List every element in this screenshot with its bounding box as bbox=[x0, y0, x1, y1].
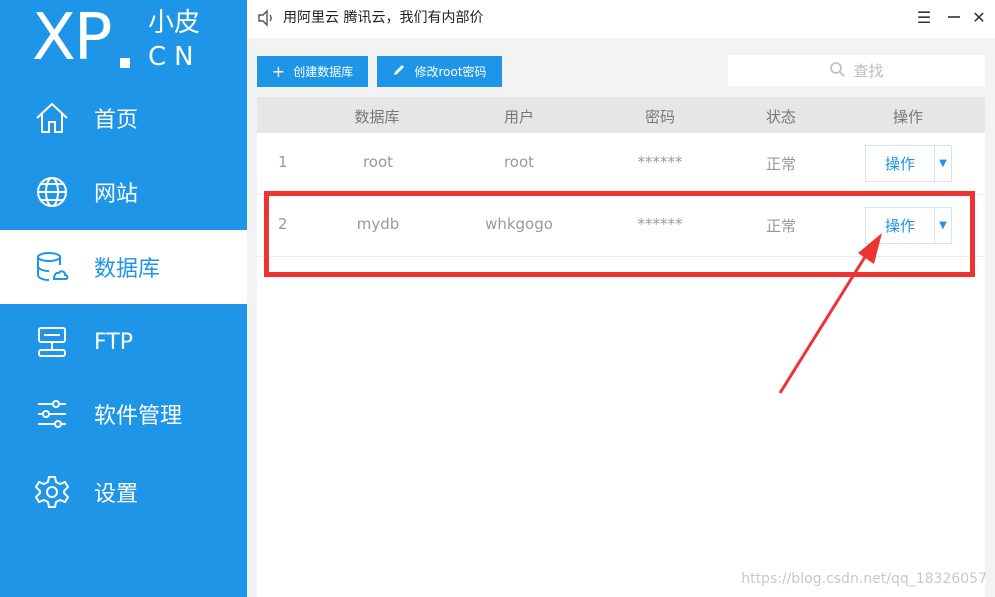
create-database-button[interactable]: + 创建数据库 bbox=[257, 56, 368, 87]
top-bar: 用阿里云 腾讯云，我们有内部价 ☰ ✕ bbox=[247, 0, 995, 38]
nav-item-settings[interactable]: 设置 bbox=[0, 455, 247, 529]
caret-down-icon[interactable]: ▼ bbox=[935, 208, 951, 243]
nav-label-home: 首页 bbox=[94, 108, 139, 133]
table-row: 2 mydb whkgogo ****** 正常 操作 ▼ bbox=[257, 195, 985, 257]
row-action-group: 操作 ▼ bbox=[865, 207, 952, 244]
row-status: 正常 bbox=[765, 155, 796, 173]
row-status: 正常 bbox=[765, 217, 796, 235]
create-database-label: 创建数据库 bbox=[293, 65, 354, 79]
row-database: mydb bbox=[356, 215, 400, 233]
table-row: 1 root root ****** 正常 操作 ▼ bbox=[257, 133, 985, 195]
nav-label-settings: 设置 bbox=[94, 482, 139, 507]
change-root-password-button[interactable]: 修改root密码 bbox=[377, 56, 502, 87]
header-action: 操作 bbox=[892, 108, 923, 126]
sliders-icon bbox=[32, 394, 72, 434]
nav-item-website[interactable]: 网站 bbox=[0, 155, 247, 229]
header-user: 用户 bbox=[503, 108, 534, 126]
app-logo: XP 小皮 CN bbox=[32, 2, 232, 76]
change-root-password-label: 修改root密码 bbox=[414, 65, 487, 79]
logo-cn-top: 小皮 bbox=[148, 8, 201, 38]
row-action-button[interactable]: 操作 bbox=[866, 146, 935, 181]
nav-item-home[interactable]: 首页 bbox=[0, 81, 247, 155]
row-index: 1 bbox=[278, 153, 288, 171]
close-button[interactable]: ✕ bbox=[968, 6, 990, 28]
caret-down-icon[interactable]: ▼ bbox=[935, 146, 951, 181]
logo-dot bbox=[120, 58, 130, 68]
nav-label-software: 软件管理 bbox=[94, 404, 183, 429]
home-icon bbox=[32, 98, 72, 138]
row-password: ****** bbox=[637, 153, 683, 171]
minimize-button[interactable] bbox=[943, 6, 965, 28]
row-action-button[interactable]: 操作 bbox=[866, 208, 935, 243]
row-user: whkgogo bbox=[485, 215, 553, 233]
gear-icon bbox=[32, 472, 72, 512]
row-action-group: 操作 ▼ bbox=[865, 145, 952, 182]
globe-icon bbox=[32, 172, 72, 212]
sidebar: XP 小皮 CN 首页 网站 数据库 FTP 软件管理 设置 bbox=[0, 0, 247, 597]
watermark: https://blog.csdn.net/qq_18326057 bbox=[741, 571, 987, 587]
row-index: 2 bbox=[278, 215, 288, 233]
row-user: root bbox=[503, 153, 535, 171]
nav-label-database: 数据库 bbox=[94, 257, 161, 282]
promo-notice[interactable]: 用阿里云 腾讯云，我们有内部价 bbox=[283, 8, 483, 28]
row-password: ****** bbox=[637, 215, 683, 233]
nav-item-software[interactable]: 软件管理 bbox=[0, 377, 247, 451]
database-table: 数据库 用户 密码 状态 操作 1 root root ****** 正常 操作… bbox=[257, 97, 985, 597]
header-password: 密码 bbox=[644, 108, 675, 126]
logo-xp-text: XP bbox=[32, 1, 112, 75]
nav-label-ftp: FTP bbox=[94, 329, 133, 355]
menu-icon[interactable]: ☰ bbox=[913, 6, 935, 28]
plus-icon: + bbox=[271, 61, 286, 81]
row-database: root bbox=[362, 153, 394, 171]
search-input[interactable]: 查找 bbox=[728, 55, 985, 86]
speaker-icon bbox=[257, 9, 275, 27]
search-icon bbox=[829, 61, 846, 81]
search-placeholder: 查找 bbox=[853, 62, 884, 80]
logo-cn-bottom: CN bbox=[148, 42, 202, 72]
nav-item-ftp[interactable]: FTP bbox=[0, 305, 247, 379]
header-database: 数据库 bbox=[354, 108, 400, 126]
database-icon bbox=[32, 247, 72, 287]
table-header: 数据库 用户 密码 状态 操作 bbox=[257, 97, 985, 133]
pencil-icon bbox=[392, 63, 406, 80]
header-status: 状态 bbox=[765, 108, 796, 126]
server-icon bbox=[32, 322, 72, 362]
nav-item-database[interactable]: 数据库 bbox=[0, 230, 247, 304]
nav-label-website: 网站 bbox=[94, 182, 139, 207]
